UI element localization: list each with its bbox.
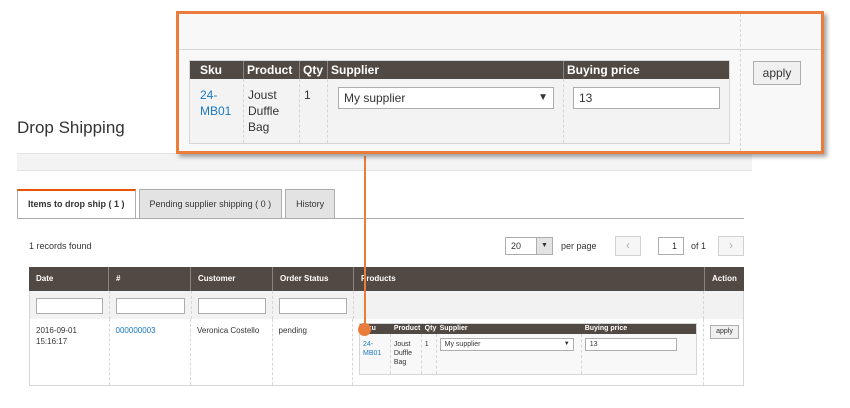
date-filter-input[interactable] (36, 297, 103, 314)
order-number[interactable]: 000000003 (116, 326, 156, 335)
subtable-header-supplier: Supplier (439, 325, 468, 332)
status-filter-input[interactable] (279, 297, 348, 314)
current-page-input[interactable]: 1 (658, 237, 684, 255)
per-page-label: per page (561, 241, 597, 251)
product-name-line-2: Duffle (393, 350, 413, 357)
zoomed-product-line-2: Duffle (248, 104, 280, 118)
chevron-down-icon: ▼ (563, 341, 570, 347)
tab-history[interactable]: History (285, 189, 336, 219)
supplier-cell: My supplier ▼ (437, 334, 582, 374)
order-number-filter-input[interactable] (115, 297, 185, 314)
column-header-date[interactable]: Date (29, 267, 109, 291)
filter-cell-status (273, 291, 355, 319)
products-cell: Sku Product Qty Supplier Buying price 24… (353, 319, 705, 385)
column-header-action: Action (712, 274, 737, 283)
callout-divider (740, 14, 741, 151)
column-header-order-status[interactable]: Order Status (273, 267, 354, 291)
zoomed-products-row: 24- MB01 Joust Duffle Bag 1 My supplier … (190, 79, 729, 143)
grid-filter-row (29, 291, 744, 319)
filter-cell-date (30, 291, 110, 319)
action-cell: apply (704, 319, 743, 385)
next-page-button[interactable]: › (718, 236, 744, 256)
chevron-down-icon[interactable]: ▼ (536, 238, 552, 254)
previous-page-button[interactable]: ‹ (615, 236, 641, 256)
callout-top-strip (179, 14, 821, 50)
product-qty: 1 (422, 334, 437, 374)
customer-name: Veronica Costello (191, 319, 273, 385)
products-subtable-row: 24- MB01 Joust Duffle Bag 1 My supplier … (360, 334, 696, 374)
customer-filter-input[interactable] (197, 297, 267, 314)
zoomed-header-qty: Qty (300, 61, 328, 79)
apply-button[interactable]: apply (710, 325, 740, 339)
zoomed-header-supplier: Supplier (328, 61, 564, 79)
column-header-customer[interactable]: Customer (191, 267, 273, 291)
order-date: 2016-09-01 15:16:17 (30, 319, 110, 385)
chevron-left-icon: ‹ (626, 238, 630, 252)
filter-cell-customer (192, 291, 274, 319)
filter-cell-products (354, 291, 705, 319)
products-subtable-header: Sku Product Qty Supplier Buying price (360, 324, 697, 334)
tab-underline (17, 218, 744, 219)
zoomed-header-product: Product (244, 61, 300, 79)
page-title: Drop Shipping (17, 118, 125, 137)
products-subtable: Sku Product Qty Supplier Buying price 24… (359, 323, 698, 375)
tab-bar: Items to drop ship ( 1 ) Pending supplie… (17, 189, 338, 219)
zoomed-product-line-1: Joust (248, 88, 277, 102)
subtable-header-product: Product (393, 325, 421, 332)
zoomed-supplier-cell: My supplier ▼ (328, 79, 564, 143)
zoomed-header-sku: Sku (190, 61, 244, 79)
subtable-header-buying-price: Buying price (584, 325, 628, 332)
zoomed-product-name: Joust Duffle Bag (244, 79, 300, 143)
tab-items-to-drop-ship[interactable]: Items to drop ship ( 1 ) (17, 189, 136, 219)
drop-ship-grid: Date # Customer Order Status Products Ac… (29, 267, 744, 386)
order-number-link[interactable]: 000000003 (110, 319, 192, 385)
zoomed-buying-price-cell: 13 (564, 79, 729, 143)
product-sku-line-1[interactable]: 24- (363, 341, 373, 348)
zoomed-sku-link[interactable]: 24- MB01 (190, 79, 244, 143)
product-sku-link[interactable]: 24- MB01 (360, 334, 391, 374)
order-status: pending (273, 319, 354, 385)
chevron-down-icon: ▼ (538, 92, 548, 103)
zoomed-supplier-value: My supplier (344, 91, 406, 105)
zoomed-sku-line-1[interactable]: 24- (200, 88, 217, 102)
subtable-header-qty: Qty (424, 325, 437, 332)
product-name-line-3: Bag (393, 359, 407, 366)
tab-pending-supplier-shipping[interactable]: Pending supplier shipping ( 0 ) (138, 189, 283, 219)
zoomed-buying-price-input[interactable]: 13 (573, 87, 720, 109)
supplier-select-value: My supplier (444, 341, 481, 348)
filter-cell-order-number (110, 291, 192, 319)
column-header-order-number[interactable]: # (109, 267, 191, 291)
filter-cell-action (704, 291, 743, 319)
per-page-value: 20 (511, 241, 522, 251)
table-row: 2016-09-01 15:16:17 000000003 Veronica C… (29, 319, 744, 386)
zoomed-callout: Sku Product Qty Supplier Buying price 24… (176, 11, 824, 154)
product-name-line-1: Joust (393, 341, 411, 348)
per-page-select[interactable]: 20 ▼ (505, 237, 553, 255)
zoomed-products-table: Sku Product Qty Supplier Buying price 24… (189, 60, 730, 144)
product-name: Joust Duffle Bag (391, 334, 422, 374)
zoomed-sku-line-2[interactable]: MB01 (200, 104, 231, 118)
zoomed-apply-button[interactable]: apply (753, 61, 801, 85)
grid-header: Date # Customer Order Status Products Ac… (29, 267, 744, 291)
callout-connector-dot (358, 323, 371, 336)
product-sku-line-2[interactable]: MB01 (363, 350, 381, 357)
column-header-products: Products (354, 267, 705, 291)
zoomed-supplier-select[interactable]: My supplier ▼ (338, 87, 554, 109)
page-of-label: of 1 (691, 241, 707, 251)
chevron-right-icon: › (729, 238, 733, 252)
zoomed-header-buying-price: Buying price (567, 63, 640, 77)
zoomed-qty: 1 (300, 79, 328, 143)
callout-connector-line (364, 156, 366, 328)
records-found: 1 records found (29, 241, 92, 251)
zoomed-product-line-3: Bag (248, 120, 270, 134)
supplier-select[interactable]: My supplier ▼ (439, 338, 574, 351)
zoomed-products-header: Sku Product Qty Supplier Buying price (190, 61, 729, 79)
header-strip (17, 153, 752, 171)
buying-price-input[interactable]: 13 (584, 338, 677, 351)
buying-price-cell: 13 (582, 334, 696, 374)
